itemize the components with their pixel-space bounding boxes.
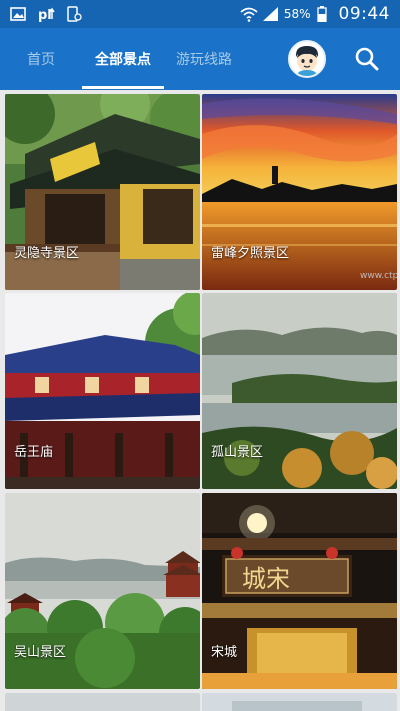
image-icon <box>10 6 26 22</box>
attraction-card-gushan[interactable]: 孤山景区 <box>202 293 397 489</box>
avatar-icon <box>290 42 324 76</box>
attraction-name: 宋城 <box>211 645 238 660</box>
attraction-card-leifeng[interactable]: www.ctp 雷峰夕照景区 <box>202 94 397 290</box>
partial-photo <box>202 693 397 711</box>
battery-percent: 58% <box>283 7 311 21</box>
search-icon <box>355 47 379 71</box>
app-bar: 首页 全部景点 游玩线路 <box>0 28 400 90</box>
svg-text:www.ctp: www.ctp <box>360 271 397 281</box>
tab-tour-routes[interactable]: 游玩线路 <box>168 28 240 90</box>
attraction-name: 吴山景区 <box>14 645 67 660</box>
partial-photo <box>5 693 200 711</box>
phone-settings-icon <box>66 6 82 22</box>
attraction-card-songcheng[interactable]: 城宋 宋城 <box>202 493 397 689</box>
svg-text:pl: pl <box>38 8 52 22</box>
attraction-name: 灵隐寺景区 <box>14 246 80 261</box>
signal-icon <box>262 6 278 22</box>
attraction-card-partial[interactable] <box>202 693 397 711</box>
status-bar: pl 58% 09:44 <box>0 0 400 28</box>
tab-all-attractions[interactable]: 全部景点 <box>82 28 164 90</box>
attraction-card-lingyin[interactable]: 灵隐寺景区 <box>5 94 200 290</box>
attraction-name: 孤山景区 <box>211 445 264 460</box>
active-tab-indicator <box>82 86 164 89</box>
attraction-card-yuewang[interactable]: 岳王庙 <box>5 293 200 489</box>
svg-text:城宋: 城宋 <box>242 565 290 593</box>
attraction-grid: 灵隐寺景区 www.ctp 雷峰夕照景区 岳王庙 孤山景区 吴山景区 城宋 宋城 <box>0 90 400 711</box>
search-button[interactable] <box>353 45 381 73</box>
wifi-icon <box>240 6 258 22</box>
pl-icon: pl <box>38 6 55 23</box>
attraction-name: 岳王庙 <box>14 445 54 460</box>
attraction-name: 雷峰夕照景区 <box>211 246 290 261</box>
clock: 09:44 <box>338 4 390 24</box>
battery-icon <box>316 6 333 23</box>
user-avatar[interactable] <box>288 40 326 78</box>
tab-home[interactable]: 首页 <box>10 28 72 90</box>
attraction-card-partial[interactable] <box>5 693 200 711</box>
attraction-card-wushan[interactable]: 吴山景区 <box>5 493 200 689</box>
